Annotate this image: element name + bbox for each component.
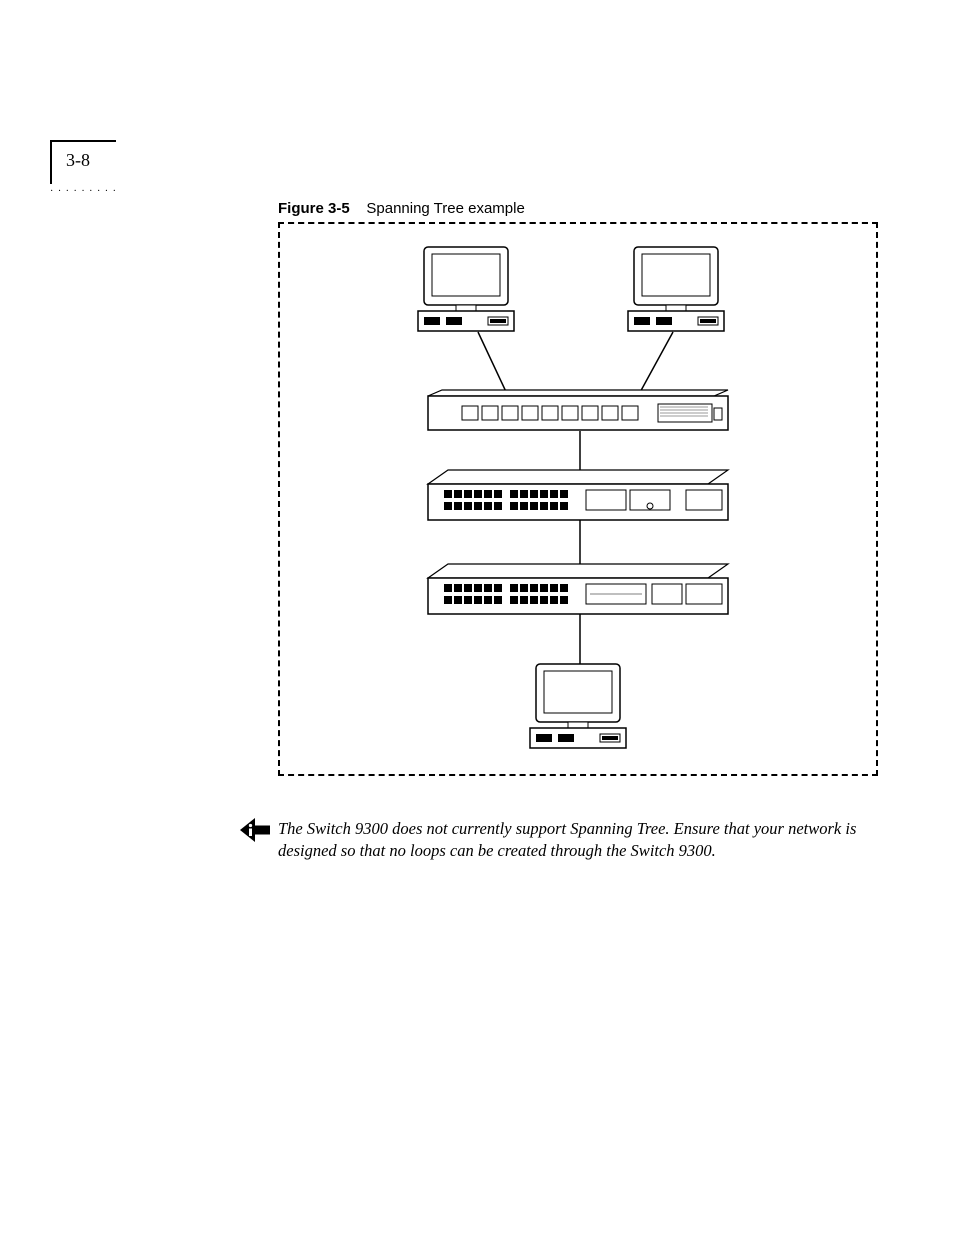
dotted-rule: · · · · · · · · ·	[50, 186, 122, 197]
figure-caption-prefix: Figure 3-5	[278, 200, 350, 217]
page: 3-8 · · · · · · · · · Figure 3-5 Spannin…	[0, 0, 954, 1235]
spanning-tree-diagram	[278, 222, 878, 792]
figure-caption-text: Spanning Tree example	[366, 200, 524, 217]
diagram-svg	[278, 222, 878, 792]
info-icon	[240, 818, 270, 842]
figure-caption: Figure 3-5 Spanning Tree example	[278, 200, 525, 217]
page-number: 3-8	[66, 150, 90, 171]
note-text: The Switch 9300 does not currently suppo…	[278, 818, 858, 863]
